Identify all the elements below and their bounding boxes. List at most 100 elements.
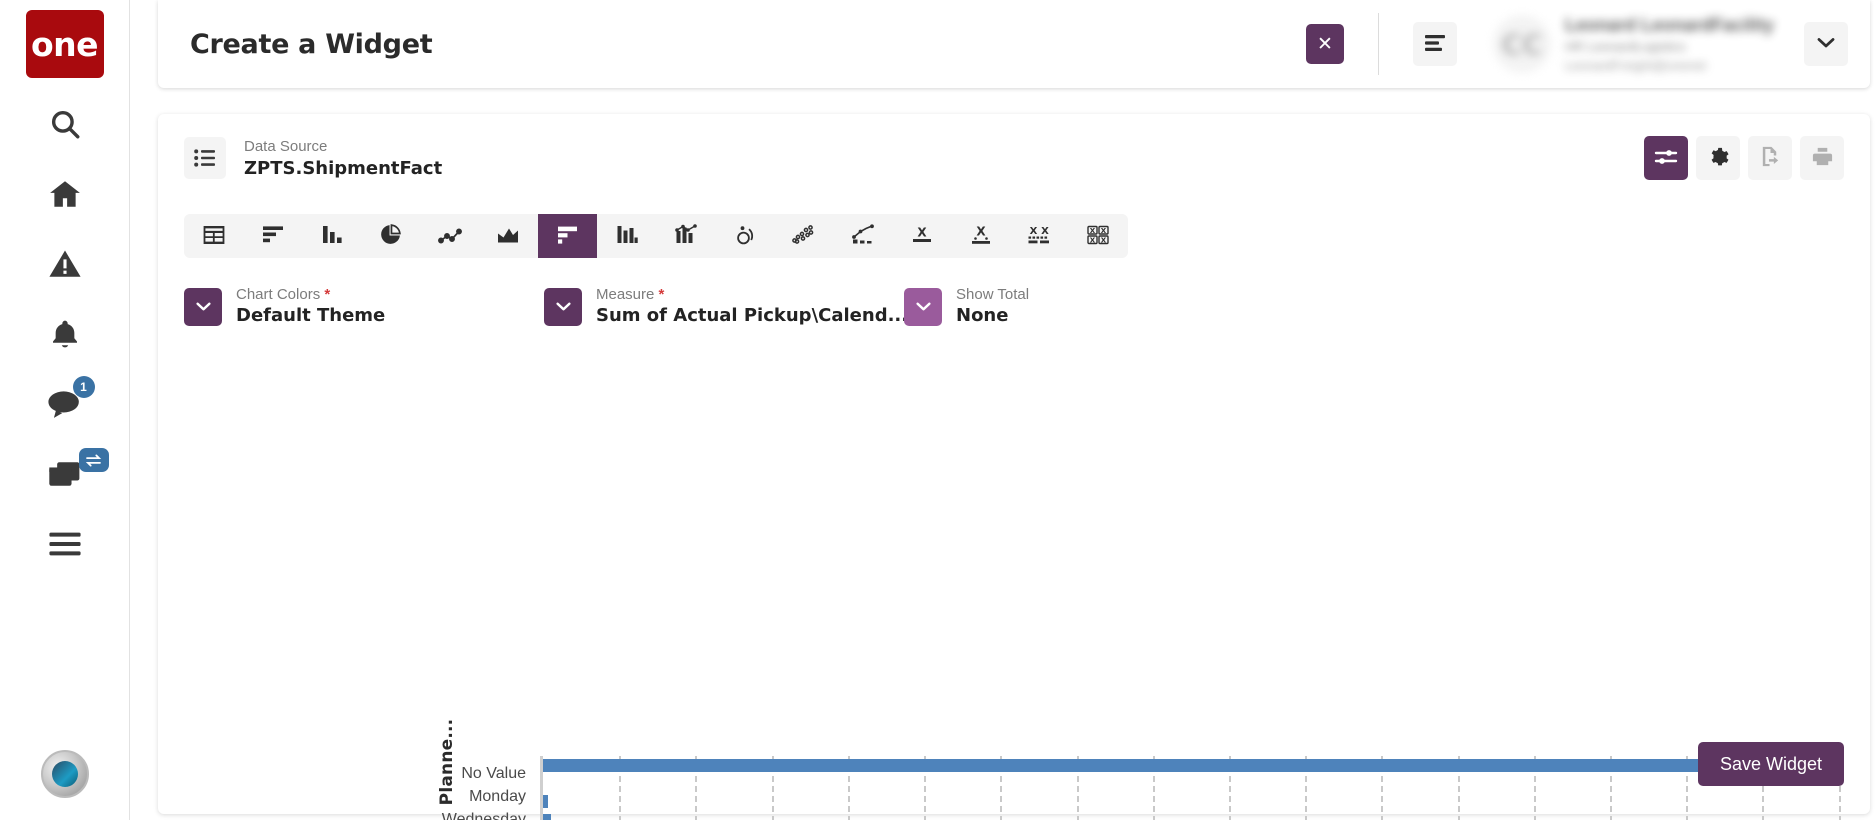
close-button[interactable]: ✕: [1306, 24, 1344, 64]
close-icon: ✕: [1317, 33, 1333, 55]
y-axis-tick-label: No Value: [408, 762, 526, 785]
measure-label-text: Measure: [596, 286, 654, 303]
kpi-dual-icon: X X: [1027, 224, 1052, 249]
show-total-label: Show Total: [956, 284, 1029, 305]
donut-icon: [733, 224, 757, 249]
datasource-row: Data Source ZPTS.ShipmentFact: [158, 114, 1870, 180]
chart: Planne... No ValueMondayWednesdayFriday …: [158, 344, 1870, 644]
svg-text:X: X: [1101, 227, 1107, 235]
home-icon: [48, 177, 82, 211]
scatter-icon: [791, 224, 816, 249]
vertical-bar-icon: [320, 224, 344, 249]
bar[interactable]: [543, 759, 1835, 772]
list-menu-icon: [1424, 34, 1446, 55]
sidebar-item-home[interactable]: [37, 170, 93, 218]
header-menu-button[interactable]: [1413, 22, 1457, 66]
chart-colors-dropdown-toggle[interactable]: [184, 288, 222, 326]
line-bar-icon: [851, 224, 875, 249]
table-icon: [202, 224, 226, 249]
chevron-down-icon: [195, 300, 212, 315]
avatar[interactable]: [41, 750, 89, 798]
sidebar-item-messages[interactable]: 1: [37, 380, 93, 428]
svg-text:X: X: [1041, 226, 1049, 237]
chart-type-scatter[interactable]: [774, 214, 833, 258]
user-email: LeonardFreight@onenet: [1565, 57, 1774, 76]
swap-icon[interactable]: [79, 448, 109, 472]
chart-colors-label-text: Chart Colors: [236, 286, 320, 303]
user-details: Leonard LeonardFacility HR LeonardLogist…: [1565, 12, 1774, 76]
field-measure: Measure * Sum of Actual Pickup\Calend...: [544, 284, 904, 326]
chart-type-pie[interactable]: [361, 214, 420, 258]
avatar-image: [52, 761, 78, 787]
user-name: Leonard LeonardFacility: [1565, 12, 1774, 38]
user-avatar: CC: [1493, 15, 1551, 73]
plot-area: [540, 756, 1875, 820]
chart-type-dual-kpi[interactable]: X X: [1010, 214, 1069, 258]
chart-type-single-kpi[interactable]: X: [892, 214, 951, 258]
page-header: Create a Widget ✕ CC Leonard LeonardFaci…: [158, 0, 1870, 88]
chart-type-grouped-column[interactable]: [597, 214, 656, 258]
user-menu-toggle[interactable]: [1804, 22, 1848, 66]
printer-icon: [1811, 145, 1834, 171]
chart-type-kpi-trend[interactable]: X: [951, 214, 1010, 258]
svg-text:X: X: [976, 224, 986, 238]
search-icon: [48, 107, 82, 141]
chart-colors-value: Default Theme: [236, 305, 385, 326]
gear-icon: [1707, 146, 1729, 171]
show-total-dropdown-toggle[interactable]: [904, 288, 942, 326]
hamburger-icon: [48, 531, 82, 557]
sidebar-item-search[interactable]: [37, 100, 93, 148]
chart-type-bar[interactable]: [243, 214, 302, 258]
left-rail: one: [0, 0, 130, 820]
bar[interactable]: [543, 795, 548, 808]
user-profile[interactable]: CC Leonard LeonardFacility HR LeonardLog…: [1493, 12, 1774, 76]
datasource-label: Data Source: [244, 137, 442, 157]
windows-icon: [48, 459, 82, 489]
kpi-single-icon: X: [910, 224, 934, 249]
combo-icon: [674, 224, 698, 249]
chevron-down-icon: [1816, 36, 1836, 52]
y-axis-tick-label: Wednesday: [408, 808, 526, 820]
y-axis-tick-labels: No ValueMondayWednesdayFriday: [408, 762, 526, 820]
y-axis-tick-label: Monday: [408, 785, 526, 808]
sidebar-item-windows[interactable]: [37, 450, 93, 498]
header-divider: [1378, 13, 1379, 75]
user-role: HR LeonardLogistics: [1565, 38, 1774, 57]
chart-type-quad-kpi[interactable]: X X X X: [1069, 214, 1128, 258]
chart-type-column[interactable]: [302, 214, 361, 258]
chart-type-area[interactable]: [479, 214, 538, 258]
sidebar-item-alerts[interactable]: [37, 240, 93, 288]
filters-button[interactable]: [1644, 136, 1688, 180]
chart-type-combo[interactable]: [656, 214, 715, 258]
chart-type-stacked-bar[interactable]: [538, 214, 597, 258]
save-widget-button[interactable]: Save Widget: [1698, 742, 1844, 786]
warning-icon: [48, 247, 82, 281]
svg-text:X: X: [1101, 236, 1107, 244]
grouped-column-icon: [615, 224, 639, 249]
kpi-trend-icon: X: [969, 224, 993, 249]
brand-logo-text: one: [31, 25, 98, 64]
svg-text:X: X: [1090, 236, 1096, 244]
chart-type-line[interactable]: [420, 214, 479, 258]
print-button[interactable]: [1800, 136, 1844, 180]
chart-type-table[interactable]: [184, 214, 243, 258]
stacked-bar-icon: [556, 224, 580, 249]
required-marker: *: [324, 286, 330, 303]
sliders-icon: [1654, 147, 1678, 170]
messages-badge: 1: [73, 376, 95, 398]
settings-button[interactable]: [1696, 136, 1740, 180]
measure-label: Measure *: [596, 284, 908, 305]
measure-dropdown-toggle[interactable]: [544, 288, 582, 326]
required-marker: *: [659, 286, 665, 303]
line-icon: [438, 225, 462, 248]
bar[interactable]: [543, 814, 551, 820]
chart-type-line-bar[interactable]: [833, 214, 892, 258]
export-button[interactable]: [1748, 136, 1792, 180]
list-icon[interactable]: [184, 137, 226, 179]
sidebar-item-notifications[interactable]: [37, 310, 93, 358]
chart-type-donut[interactable]: [715, 214, 774, 258]
brand-logo[interactable]: one: [26, 10, 104, 78]
show-total-text: Show Total None: [956, 284, 1029, 326]
sidebar-item-menu[interactable]: [37, 520, 93, 568]
export-icon: [1759, 145, 1782, 171]
